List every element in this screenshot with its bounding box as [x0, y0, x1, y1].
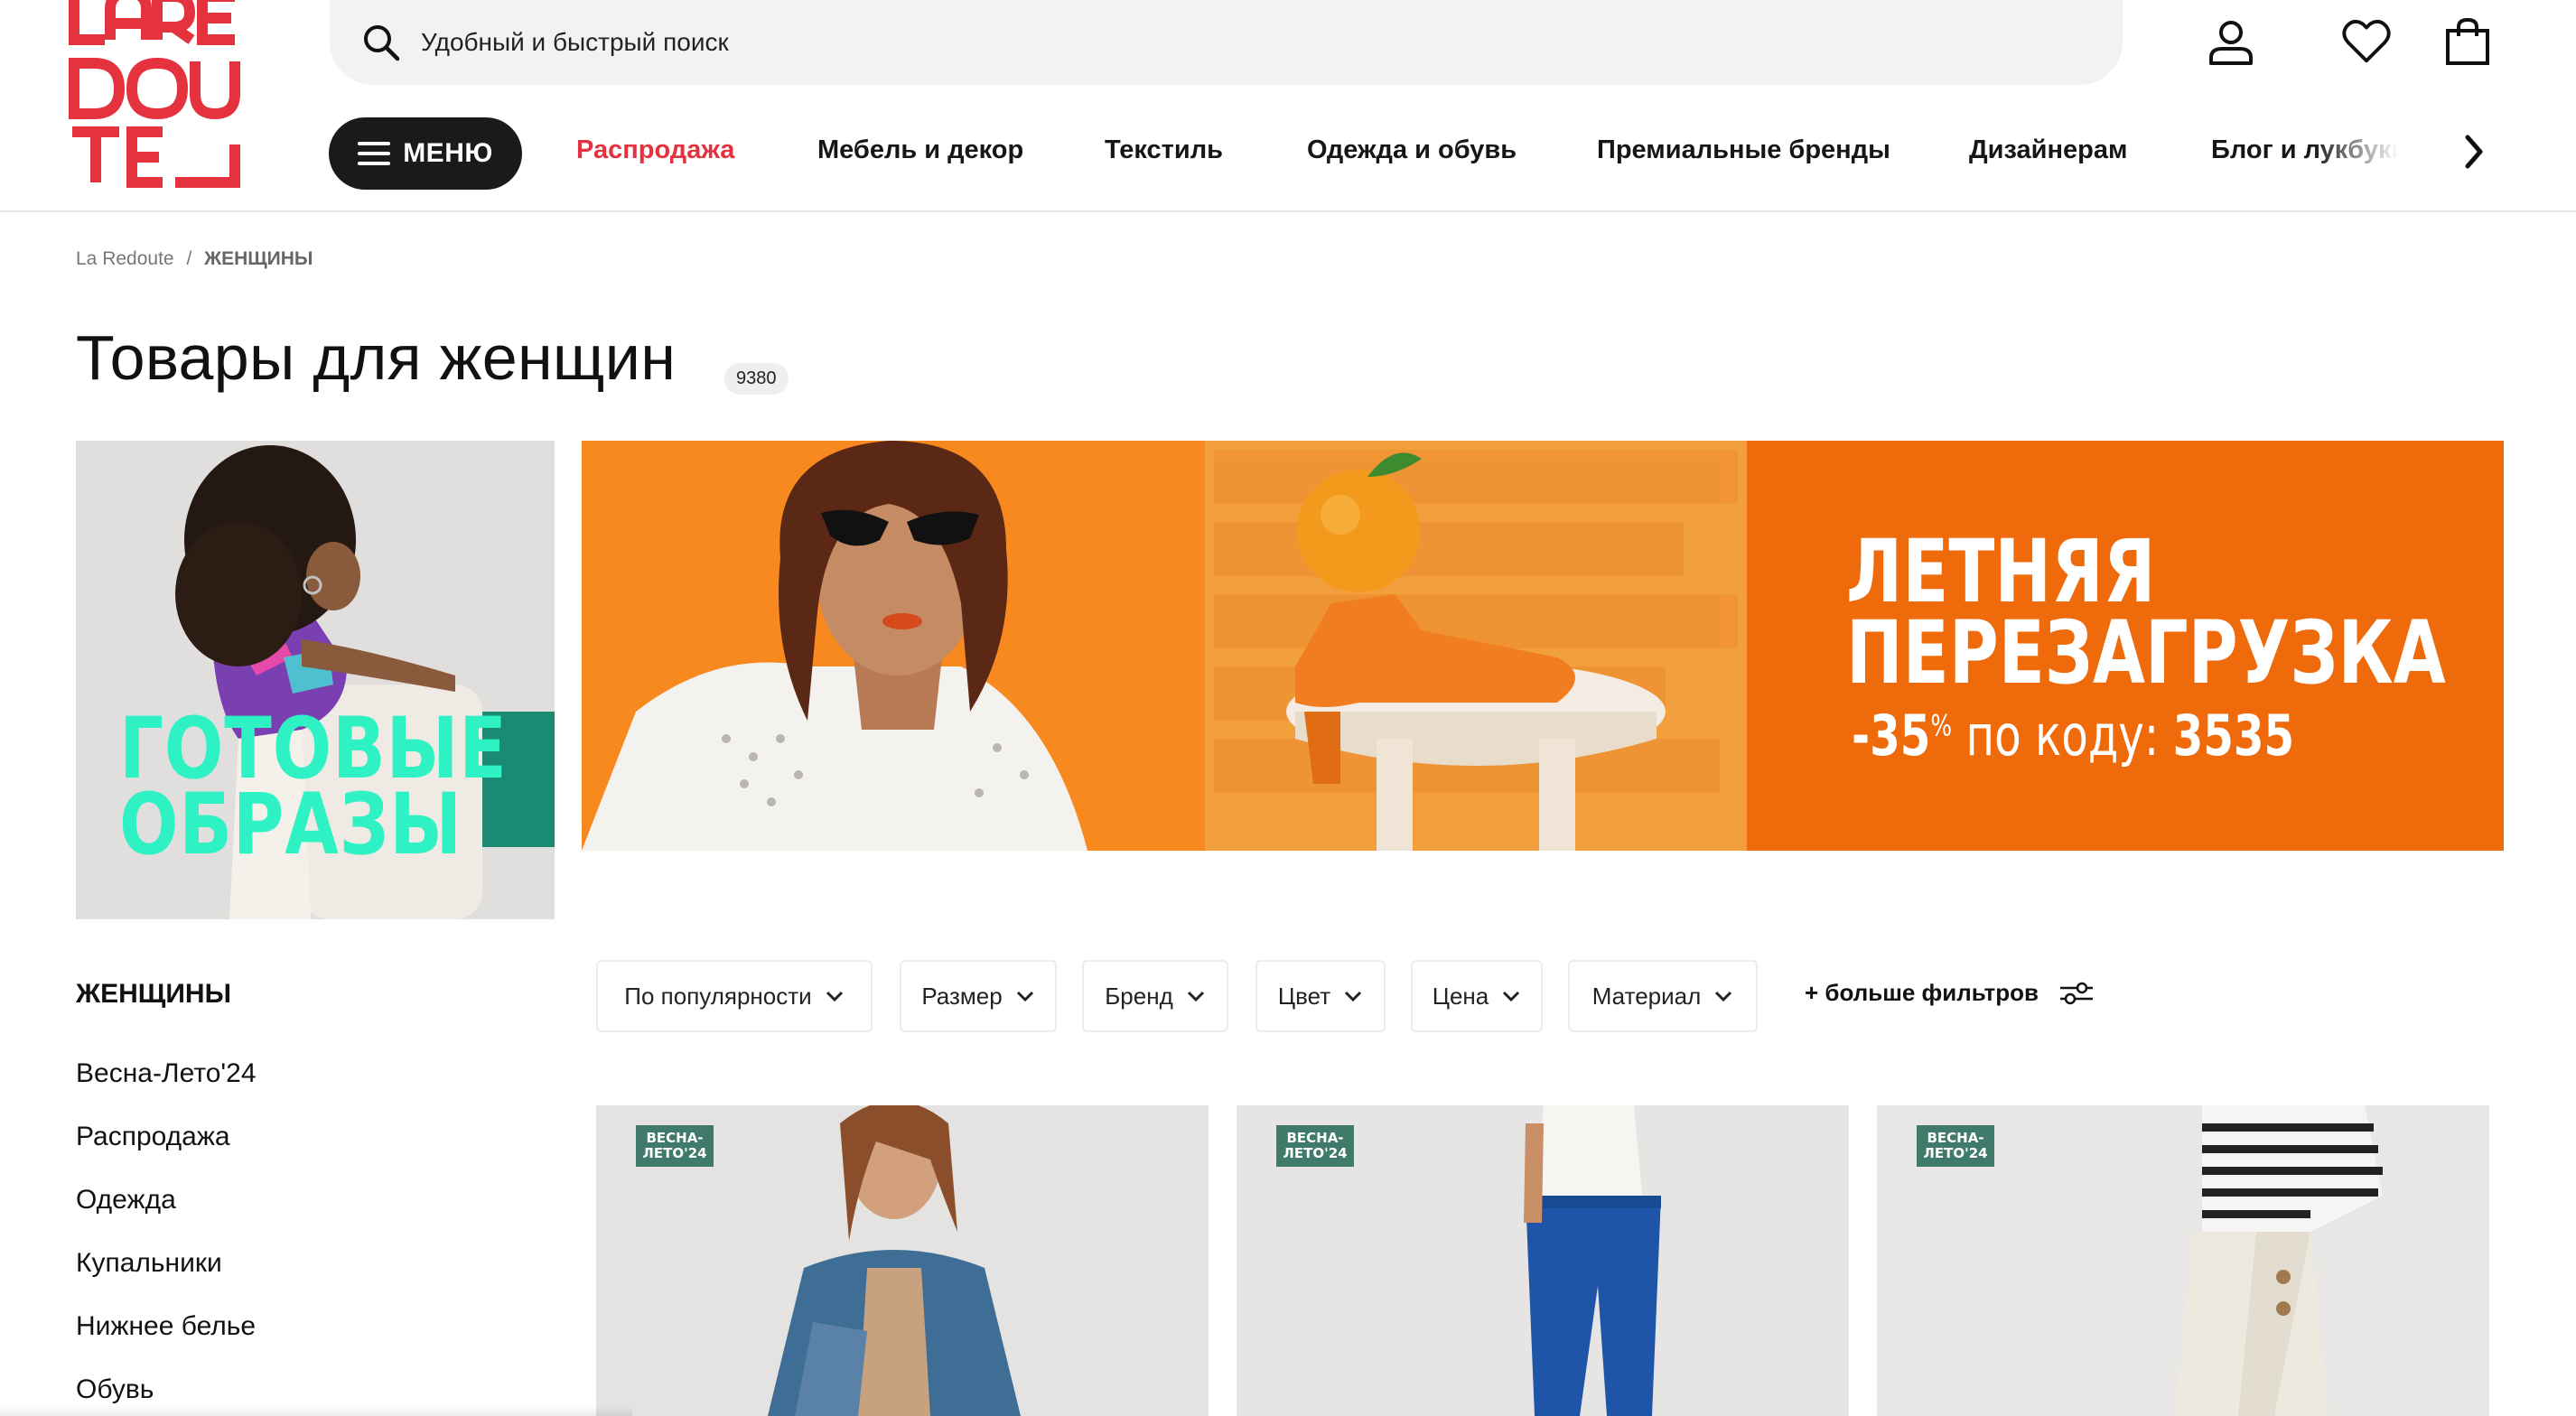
promo-percent: %: [1930, 708, 1953, 743]
color-filter-label: Цвет: [1277, 982, 1331, 1010]
page-title: Товары для женщин: [76, 322, 677, 393]
sliders-icon: [2059, 982, 2093, 1004]
scroll-shadow: [0, 1405, 632, 1416]
breadcrumb-root[interactable]: La Redoute: [76, 248, 174, 269]
la-redoute-logo[interactable]: [69, 0, 258, 188]
material-filter-label: Материал: [1591, 982, 1702, 1010]
menu-button[interactable]: МЕНЮ: [329, 117, 522, 190]
price-filter-label: Цена: [1432, 982, 1489, 1010]
menu-label: МЕНЮ: [403, 138, 493, 168]
sidebar-title: ЖЕНЩИНЫ: [76, 979, 231, 1009]
bag-icon[interactable]: [2442, 16, 2493, 67]
search-icon[interactable]: [359, 21, 403, 64]
product-card[interactable]: ВЕСНА- ЛЕТО'24: [596, 1105, 1209, 1416]
nav-fade: [2312, 126, 2421, 181]
account-icon[interactable]: [2206, 16, 2256, 67]
nav-item-designers[interactable]: Дизайнерам: [1969, 135, 2127, 165]
nav-item-premium-brands[interactable]: Премиальные бренды: [1597, 135, 1890, 165]
spring-summer-badge: ВЕСНА- ЛЕТО'24: [1276, 1125, 1354, 1167]
promo-title-line1: ЛЕТНЯЯ: [1846, 521, 2156, 622]
chevron-down-icon: [1345, 991, 1362, 1002]
ready-looks-text: ГОТОВЫЕ ОБРАЗЫ: [119, 707, 508, 874]
summer-reboot-banner[interactable]: ЛЕТНЯЯ ПЕРЕЗАГРУЗКА -35% по коду: 3535: [582, 441, 2504, 851]
brand-filter-dropdown[interactable]: Бренд: [1082, 960, 1228, 1032]
promo-code-line: -35% по коду: 3535: [1852, 703, 2294, 769]
spring-summer-badge: ВЕСНА- ЛЕТО'24: [636, 1125, 714, 1167]
sort-by-popularity-dropdown[interactable]: По популярности: [596, 960, 873, 1032]
sidebar-item-clothing[interactable]: Одежда: [76, 1185, 176, 1216]
nav-item-textile[interactable]: Текстиль: [1105, 135, 1223, 165]
material-filter-dropdown[interactable]: Материал: [1568, 960, 1758, 1032]
breadcrumb-current: ЖЕНЩИНЫ: [204, 248, 313, 269]
chevron-down-icon: [1715, 991, 1732, 1002]
sidebar-item-spring-summer[interactable]: Весна-Лето'24: [76, 1058, 257, 1089]
chevron-down-icon: [1503, 991, 1520, 1002]
promo-code: 3535: [2172, 703, 2295, 769]
sort-label: По популярности: [624, 982, 812, 1010]
size-filter-dropdown[interactable]: Размер: [900, 960, 1057, 1032]
spring-summer-badge: ВЕСНА- ЛЕТО'24: [1917, 1125, 1994, 1167]
sidebar-item-shoes[interactable]: Обувь: [76, 1374, 154, 1405]
nav-item-clothing-shoes[interactable]: Одежда и обувь: [1307, 135, 1517, 165]
promo-title-line2: ПЕРЕЗАГРУЗКА: [1846, 602, 2446, 703]
more-filters-button[interactable]: + больше фильтров: [1805, 979, 2095, 1007]
promo-title: ЛЕТНЯЯ ПЕРЕЗАГРУЗКА: [1846, 521, 2446, 703]
breadcrumb-separator: /: [186, 248, 192, 269]
nav-item-sale[interactable]: Распродажа: [576, 135, 734, 165]
chevron-down-icon: [826, 991, 843, 1002]
chevron-right-icon[interactable]: [2460, 132, 2487, 172]
promo-code-label: по коду:: [1965, 703, 2160, 769]
more-filters-label: + больше фильтров: [1805, 979, 2039, 1006]
product-card[interactable]: ВЕСНА- ЛЕТО'24: [1237, 1105, 1849, 1416]
sidebar-item-swimwear[interactable]: Купальники: [76, 1248, 222, 1279]
ready-looks-banner[interactable]: ГОТОВЫЕ ОБРАЗЫ: [76, 441, 555, 919]
promo-discount: -35: [1852, 703, 1931, 769]
search-bar[interactable]: [330, 0, 2123, 85]
product-count-badge: 9380: [724, 363, 789, 395]
brand-filter-label: Бренд: [1105, 982, 1173, 1010]
breadcrumb: La Redoute / ЖЕНЩИНЫ: [76, 248, 313, 270]
heart-icon[interactable]: [2341, 16, 2392, 67]
product-card[interactable]: ВЕСНА- ЛЕТО'24: [1877, 1105, 2489, 1416]
search-input[interactable]: [419, 27, 1868, 58]
chevron-down-icon: [1016, 991, 1033, 1002]
color-filter-dropdown[interactable]: Цвет: [1255, 960, 1386, 1032]
nav-item-furniture-decor[interactable]: Мебель и декор: [817, 135, 1023, 165]
ready-looks-line2: ОБРАЗЫ: [119, 776, 462, 874]
sidebar-item-lingerie[interactable]: Нижнее белье: [76, 1311, 256, 1342]
header-divider: [0, 210, 2576, 212]
chevron-down-icon: [1187, 991, 1204, 1002]
hamburger-icon: [358, 142, 391, 165]
sidebar-item-sale[interactable]: Распродажа: [76, 1122, 230, 1152]
size-filter-label: Размер: [921, 982, 1003, 1010]
price-filter-dropdown[interactable]: Цена: [1411, 960, 1543, 1032]
